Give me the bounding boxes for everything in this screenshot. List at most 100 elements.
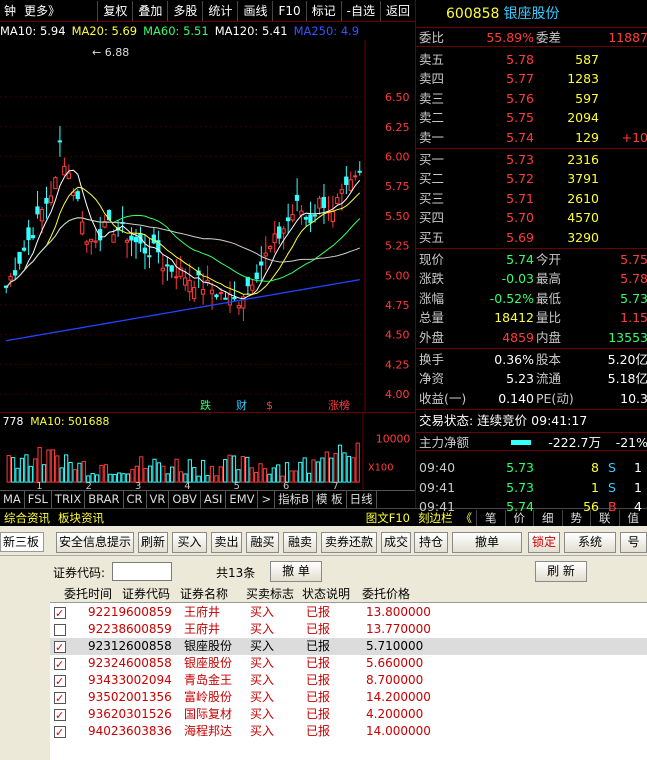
toolbar-button[interactable]: F10 <box>272 0 305 21</box>
row-checkbox[interactable] <box>54 656 66 673</box>
market-tab[interactable]: 新三板 <box>0 532 44 552</box>
trade-button[interactable]: 卖券还款 <box>321 532 377 553</box>
table-row[interactable]: 93433002094青岛金王买入已报8.700000 <box>50 672 647 690</box>
indicator-tab[interactable]: 日线 <box>347 491 377 508</box>
trade-button[interactable]: 系统 <box>564 532 616 553</box>
row-checkbox[interactable] <box>54 707 66 724</box>
bid-row[interactable]: 买四 5.70 4570 <box>416 208 647 227</box>
row-checkbox[interactable] <box>54 624 66 636</box>
table-row[interactable]: 93502001356富岭股份买入已报14.200000 <box>50 689 647 707</box>
indicator-tab[interactable]: EMV <box>226 491 259 508</box>
ask-row[interactable]: 卖四 5.77 1283 <box>416 69 647 88</box>
trade-button[interactable]: 安全信息提示 <box>56 532 134 553</box>
column-header[interactable]: 证券名称 <box>180 586 228 603</box>
toolbar-button[interactable]: 叠加 <box>132 0 167 21</box>
indicator-tab[interactable]: CR <box>124 491 147 508</box>
volume-bar <box>205 475 210 483</box>
trade-button[interactable]: 号 <box>620 532 647 553</box>
candle-body <box>259 261 264 266</box>
indicator-tab[interactable]: FSL <box>25 491 52 508</box>
table-row[interactable]: 94023603836海程邦达买入已报14.000000 <box>50 723 647 741</box>
trade-button[interactable]: 买入 <box>172 532 207 553</box>
table-row[interactable]: 92238 600859 王府井 买入 已报 13.770000 <box>50 621 647 638</box>
table-row[interactable]: 92219600859王府井买入已报13.800000 <box>50 604 647 622</box>
indicator-tab[interactable]: ASI <box>201 491 227 508</box>
refresh-button[interactable]: 刷 新 <box>535 561 587 582</box>
volume-bar <box>37 446 42 483</box>
toolbar-button[interactable]: 返回 <box>379 0 415 21</box>
more-button[interactable]: 更多》 <box>20 2 64 19</box>
toolbar-button[interactable]: 画线 <box>237 0 272 21</box>
column-header[interactable]: 状态说明 <box>302 586 350 603</box>
volume-bar <box>15 467 20 483</box>
indicator-tab[interactable]: MA <box>0 491 25 508</box>
toolbar-button[interactable]: 标记 <box>305 0 341 21</box>
y-tick-label: 4.50 <box>385 329 410 342</box>
trade-button[interactable]: 持仓 <box>414 532 448 553</box>
event-marker[interactable]: $ <box>266 399 273 412</box>
bid-row[interactable]: 买三 5.71 2610 <box>416 189 647 208</box>
ask-row[interactable]: 卖五 5.78 587 <box>416 50 647 69</box>
order-table: 委托时间证券代码证券名称 买卖标志状态说明委托价格92219600859王府井买入… <box>50 586 647 760</box>
x-marker: 2 <box>86 481 92 490</box>
row-checkbox[interactable] <box>54 673 66 690</box>
y-tick-label: 5.25 <box>385 240 410 253</box>
info-tab[interactable]: 板块资讯 <box>54 510 108 526</box>
trade-button[interactable]: 融买 <box>246 532 279 553</box>
trade-button[interactable]: 成交 <box>381 532 411 553</box>
event-marker[interactable]: 跌 <box>200 398 211 412</box>
table-row[interactable]: 93620301526国际复材买入已报4.200000 <box>50 706 647 724</box>
bid-row[interactable]: 买二 5.72 3791 <box>416 169 647 188</box>
column-header[interactable]: 证券代码 <box>122 586 170 603</box>
candle-body <box>335 197 340 205</box>
code-input[interactable] <box>112 562 172 581</box>
bid-row[interactable]: 买五 5.69 3290 <box>416 228 647 247</box>
table-row[interactable]: 92324600858银座股份买入已报5.660000 <box>50 655 647 673</box>
column-header[interactable]: 委托时间 <box>64 586 112 603</box>
trade-button[interactable]: 锁定 <box>528 532 560 553</box>
trade-button[interactable]: 卖出 <box>211 532 242 553</box>
column-header[interactable]: 委托价格 <box>362 586 410 603</box>
volume-bar <box>329 457 334 483</box>
indicator-tab[interactable]: 模 板 <box>313 491 347 508</box>
column-header[interactable]: 买卖标志 <box>246 586 294 603</box>
toolbar-button[interactable]: 统计 <box>202 0 237 21</box>
bid-row[interactable]: 买一 5.73 2316 <box>416 150 647 169</box>
candle-body <box>84 241 89 245</box>
candle-body <box>214 294 219 298</box>
info-tab[interactable]: 综合资讯 <box>0 510 54 526</box>
side-tab[interactable]: 图文F10 <box>362 510 414 526</box>
ask-row[interactable]: 卖二 5.75 2094 <box>416 108 647 127</box>
indicator-tab[interactable]: > <box>258 491 276 508</box>
trade-button[interactable]: 刷新 <box>138 532 168 553</box>
candle-body <box>344 176 349 186</box>
toolbar-button[interactable]: 多股 <box>167 0 202 21</box>
row-checkbox[interactable] <box>54 639 66 656</box>
ask-row[interactable]: 卖一 5.74 129 +10 <box>416 128 647 147</box>
volume-chart[interactable]: 778 MA10: 501688 10000 X100 1 2 3 4 5 6 7 <box>0 412 415 490</box>
row-checkbox[interactable] <box>54 724 66 741</box>
trade-button[interactable]: 融卖 <box>283 532 317 553</box>
row-checkbox[interactable] <box>54 690 66 707</box>
event-marker[interactable]: 财 <box>236 398 247 412</box>
indicator-tab[interactable]: TRIX <box>52 491 86 508</box>
event-marker[interactable]: 涨榜 <box>328 398 350 412</box>
ask-row[interactable]: 卖三 5.76 597 <box>416 89 647 108</box>
toolbar-button[interactable]: -自选 <box>340 0 380 21</box>
row-checkbox[interactable] <box>54 605 66 622</box>
indicator-tab[interactable]: OBV <box>169 491 201 508</box>
kline-chart[interactable]: 6.50 6.25 6.00 5.75 5.50 5.25 5.00 4.75 4.50 4.25… <box>0 40 415 412</box>
x-marker: 7 <box>332 481 338 490</box>
candle-body <box>142 247 148 254</box>
stat-row: 涨跌 -0.03 最高 5.78 <box>419 271 647 287</box>
stat-row: 净资 5.23 流通 5.18亿 <box>419 371 647 387</box>
cancel-button[interactable]: 撤 单 <box>270 561 322 582</box>
toolbar-button[interactable]: 复权 <box>97 0 132 21</box>
indicator-tab[interactable]: VR <box>147 491 170 508</box>
indicator-tab[interactable]: 指标B <box>275 491 314 508</box>
table-row[interactable]: 92312600858银座股份买入已报5.710000 <box>50 638 647 656</box>
candle-body <box>21 247 27 251</box>
y-tick-label: 4.75 <box>385 299 410 312</box>
indicator-tab[interactable]: BRAR <box>85 491 124 508</box>
trade-button[interactable]: 撤单 <box>452 532 522 553</box>
